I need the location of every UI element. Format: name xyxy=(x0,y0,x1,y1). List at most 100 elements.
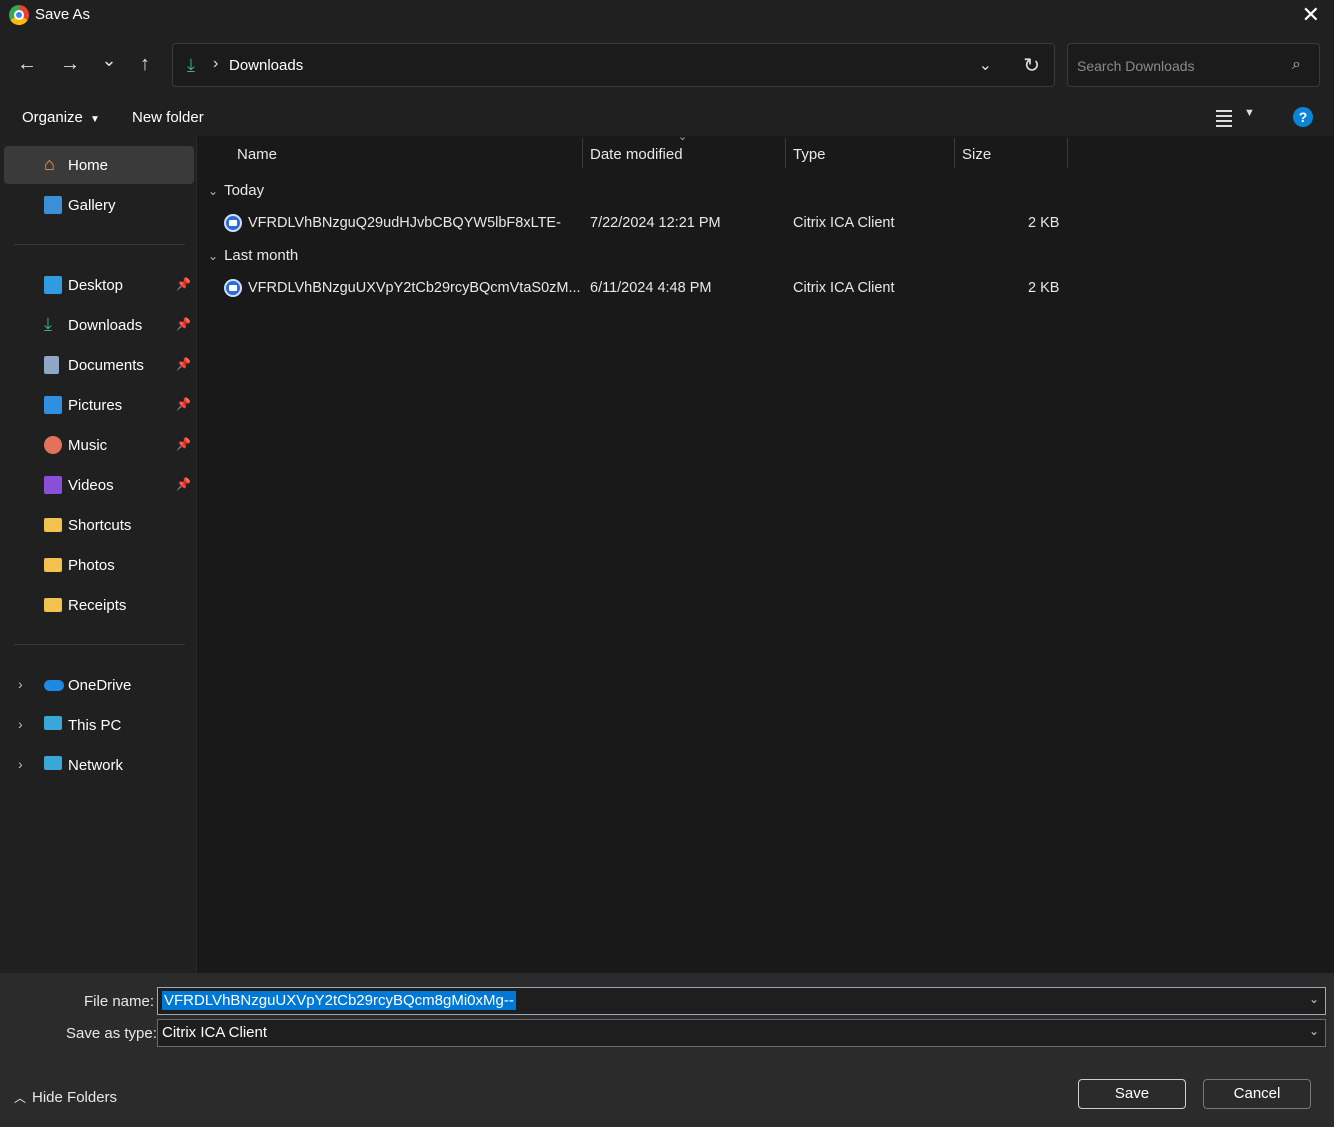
pin-icon[interactable]: 📌 xyxy=(176,277,191,291)
column-header-size[interactable]: Size xyxy=(955,136,1067,172)
file-size: 2 KB xyxy=(1028,215,1060,231)
sidebar-item-network[interactable]: › Network xyxy=(4,746,194,784)
chrome-icon xyxy=(9,5,29,25)
pin-icon[interactable]: 📌 xyxy=(176,477,191,491)
sidebar-item-label: Videos xyxy=(68,477,114,494)
up-arrow-icon[interactable]: ↑ xyxy=(133,52,157,76)
pin-icon[interactable]: 📌 xyxy=(176,357,191,371)
computer-icon xyxy=(44,716,62,730)
file-type: Citrix ICA Client xyxy=(793,215,895,231)
column-resize-handle[interactable] xyxy=(1067,138,1068,168)
chevron-down-icon[interactable]: ⌄ xyxy=(1309,1024,1319,1038)
recent-locations-chevron-icon[interactable]: ⌄ xyxy=(97,48,121,72)
file-date: 6/11/2024 4:48 PM xyxy=(590,280,712,296)
sidebar-item-downloads[interactable]: ⤓ Downloads 📌 xyxy=(4,306,194,344)
sidebar-item-receipts[interactable]: Receipts xyxy=(4,586,194,624)
group-label: Today xyxy=(224,182,265,199)
search-box[interactable]: Search Downloads ⌕ xyxy=(1067,43,1320,87)
file-type: Citrix ICA Client xyxy=(793,280,895,296)
hide-folders-label: Hide Folders xyxy=(32,1089,118,1106)
sidebar-item-label: Downloads xyxy=(68,317,143,334)
column-header-label: Name xyxy=(237,146,278,163)
column-header-date[interactable]: Date modified xyxy=(583,136,785,172)
sidebar-item-home[interactable]: ⌂ Home xyxy=(4,146,194,184)
citrix-file-icon xyxy=(224,279,242,297)
organize-label: Organize xyxy=(22,109,83,126)
group-header-today[interactable]: ⌄ Today xyxy=(208,182,264,199)
home-icon: ⌂ xyxy=(44,154,55,174)
network-icon xyxy=(44,756,62,770)
sidebar-item-music[interactable]: Music 📌 xyxy=(4,426,194,464)
file-name-field[interactable]: VFRDLVhBNzguUXVpY2tCb29rcyBQcm8gMi0xMg--… xyxy=(157,987,1326,1015)
sidebar-item-this-pc[interactable]: › This PC xyxy=(4,706,194,744)
expand-chevron-icon[interactable]: › xyxy=(18,676,23,692)
sidebar-item-label: Gallery xyxy=(68,197,116,214)
save-as-type-label: Save as type: xyxy=(66,1025,157,1042)
new-folder-button[interactable]: New folder xyxy=(132,109,204,126)
expand-chevron-icon[interactable]: › xyxy=(18,756,23,772)
downloads-icon: ⤓ xyxy=(44,314,52,334)
address-bar[interactable]: ⤓ › Downloads ⌄ ↻ xyxy=(172,43,1055,87)
sidebar-item-pictures[interactable]: Pictures 📌 xyxy=(4,386,194,424)
sidebar-item-label: Home xyxy=(68,157,109,174)
view-options-icon[interactable] xyxy=(1214,107,1234,127)
sidebar-item-desktop[interactable]: Desktop 📌 xyxy=(4,266,194,304)
forward-arrow-icon[interactable]: → xyxy=(58,52,82,76)
column-header-name[interactable]: Name xyxy=(198,136,582,172)
save-as-type-select[interactable]: Citrix ICA Client ⌄ xyxy=(157,1019,1326,1047)
column-header-label: Type xyxy=(793,146,826,163)
sidebar-item-onedrive[interactable]: › OneDrive xyxy=(4,666,194,704)
sidebar-item-label: Pictures xyxy=(68,397,123,414)
sidebar-item-shortcuts[interactable]: Shortcuts xyxy=(4,506,194,544)
documents-icon xyxy=(44,356,59,374)
file-name: VFRDLVhBNzguUXVpY2tCb29rcyBQcmVtaS0zM... xyxy=(248,280,581,296)
close-icon[interactable]: ✕ xyxy=(1302,3,1320,27)
collapse-chevron-icon: ⌄ xyxy=(208,249,219,263)
search-input[interactable]: Search Downloads xyxy=(1077,58,1195,74)
sidebar-divider xyxy=(14,644,185,645)
column-header-label: Size xyxy=(962,146,992,163)
table-row[interactable]: VFRDLVhBNzguQ29udHJvbCBQYW5lbF8xLTE- 7/2… xyxy=(198,208,1334,238)
videos-icon xyxy=(44,476,62,494)
chevron-up-icon: ︿ xyxy=(14,1091,27,1105)
back-arrow-icon[interactable]: ← xyxy=(15,52,39,76)
save-form: File name: VFRDLVhBNzguUXVpY2tCb29rcyBQc… xyxy=(0,973,1334,1127)
folder-icon xyxy=(44,558,62,572)
sidebar-divider xyxy=(14,244,185,245)
pin-icon[interactable]: 📌 xyxy=(176,437,191,451)
table-row[interactable]: VFRDLVhBNzguUXVpY2tCb29rcyBQcmVtaS0zM...… xyxy=(198,273,1334,303)
folder-icon xyxy=(44,518,62,532)
sidebar-item-label: Music xyxy=(68,437,108,454)
hide-folders-button[interactable]: ︿ Hide Folders xyxy=(14,1089,117,1106)
sidebar-item-videos[interactable]: Videos 📌 xyxy=(4,466,194,504)
group-header-last-month[interactable]: ⌄ Last month xyxy=(208,247,298,264)
refresh-icon[interactable]: ↻ xyxy=(1023,53,1040,78)
pin-icon[interactable]: 📌 xyxy=(176,397,191,411)
column-header-type[interactable]: Type xyxy=(786,136,954,172)
sidebar-item-label: This PC xyxy=(68,717,122,734)
save-button[interactable]: Save xyxy=(1078,1079,1186,1109)
cancel-button[interactable]: Cancel xyxy=(1203,1079,1311,1109)
organize-button[interactable]: Organize ▼ xyxy=(22,109,100,126)
onedrive-cloud-icon xyxy=(44,680,64,691)
sidebar-item-label: OneDrive xyxy=(68,677,132,694)
file-date: 7/22/2024 12:21 PM xyxy=(590,215,721,231)
address-dropdown-chevron-icon[interactable]: ⌄ xyxy=(979,55,992,75)
pin-icon[interactable]: 📌 xyxy=(176,317,191,331)
file-name: VFRDLVhBNzguQ29udHJvbCBQYW5lbF8xLTE- xyxy=(248,215,561,231)
view-dropdown-icon[interactable]: ▼ xyxy=(1244,107,1255,119)
sidebar-item-photos[interactable]: Photos xyxy=(4,546,194,584)
help-icon[interactable]: ? xyxy=(1293,107,1313,127)
expand-chevron-icon[interactable]: › xyxy=(18,716,23,732)
music-icon xyxy=(44,436,62,454)
title-bar: Save As ✕ xyxy=(0,0,1334,32)
sidebar-item-documents[interactable]: Documents 📌 xyxy=(4,346,194,384)
file-list: ⌄ Name Date modified Type Size ⌄ Today VF… xyxy=(198,131,1334,973)
chevron-down-icon[interactable]: ⌄ xyxy=(1309,992,1319,1006)
sidebar-item-label: Network xyxy=(68,757,124,774)
breadcrumb-downloads[interactable]: Downloads xyxy=(229,57,303,74)
column-header-label: Date modified xyxy=(590,146,683,163)
breadcrumb-separator-icon: › xyxy=(213,55,219,72)
sidebar-item-gallery[interactable]: Gallery xyxy=(4,186,194,224)
file-name-input[interactable]: VFRDLVhBNzguUXVpY2tCb29rcyBQcm8gMi0xMg-- xyxy=(162,991,516,1010)
